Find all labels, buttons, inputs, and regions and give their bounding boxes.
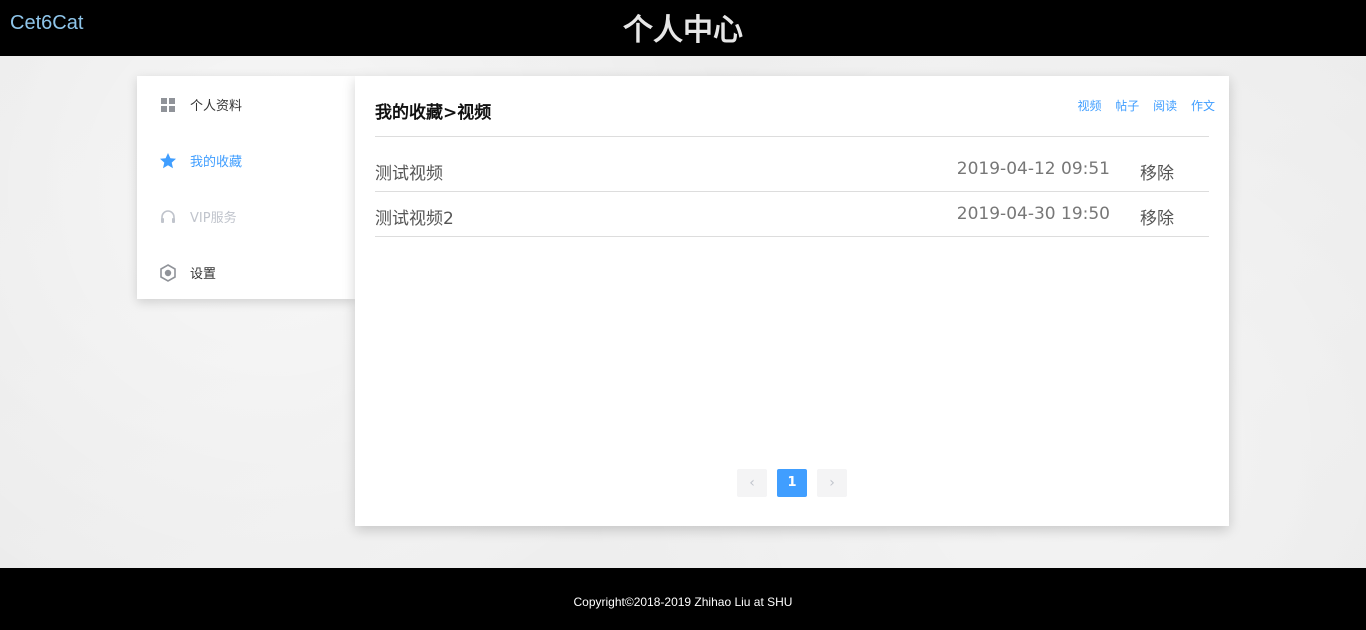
prev-page-button[interactable]: ‹ xyxy=(737,469,767,497)
settings-icon xyxy=(160,264,176,282)
sidebar-menu: 个人资料 我的收藏 VIP服务 设置 xyxy=(137,76,355,299)
favorites-panel: 我的收藏>视频 视频 帖子 阅读 作文 测试视频 2019-04-12 09:5… xyxy=(355,76,1229,526)
category-filters: 视频 帖子 阅读 作文 xyxy=(1067,97,1215,114)
next-page-button[interactable]: › xyxy=(817,469,847,497)
star-icon xyxy=(160,153,176,169)
panel-title: 我的收藏>视频 xyxy=(375,103,492,123)
sidebar-item-label: VIP服务 xyxy=(190,211,237,226)
list-item: 测试视频2 2019-04-30 19:50 移除 xyxy=(375,192,1209,237)
sidebar-item-label: 我的收藏 xyxy=(190,155,243,170)
video-title-link[interactable]: 测试视频 xyxy=(375,159,443,184)
title-divider xyxy=(375,136,1209,137)
filter-essays[interactable]: 作文 xyxy=(1191,99,1215,113)
sidebar-item-favorites[interactable]: 我的收藏 xyxy=(137,132,355,188)
page-title: 个人中心 xyxy=(623,13,743,48)
remove-button[interactable]: 移除 xyxy=(1140,159,1174,184)
sidebar-item-vip[interactable]: VIP服务 xyxy=(137,188,355,244)
grid-icon xyxy=(161,98,175,112)
filter-videos[interactable]: 视频 xyxy=(1077,99,1101,113)
sidebar-item-label: 设置 xyxy=(190,267,217,282)
sidebar-item-settings[interactable]: 设置 xyxy=(137,244,355,300)
favorite-time: 2019-04-12 09:51 xyxy=(956,159,1110,179)
top-navbar: Cet6Cat 个人中心 xyxy=(0,0,1366,56)
favorite-time: 2019-04-30 19:50 xyxy=(956,204,1110,224)
copyright-text: Copyright©2018-2019 Zhihao Liu at SHU xyxy=(573,595,793,609)
filter-reading[interactable]: 阅读 xyxy=(1153,99,1177,113)
footer: Copyright©2018-2019 Zhihao Liu at SHU xyxy=(0,568,1366,630)
sidebar-item-label: 个人资料 xyxy=(190,99,243,114)
list-item: 测试视频 2019-04-12 09:51 移除 xyxy=(375,147,1209,192)
headset-icon xyxy=(161,210,175,223)
page-number-current[interactable]: 1 xyxy=(777,469,807,497)
video-title-link[interactable]: 测试视频2 xyxy=(375,204,454,229)
sidebar-item-profile[interactable]: 个人资料 xyxy=(137,76,355,132)
filter-posts[interactable]: 帖子 xyxy=(1115,99,1139,113)
remove-button[interactable]: 移除 xyxy=(1140,204,1174,229)
